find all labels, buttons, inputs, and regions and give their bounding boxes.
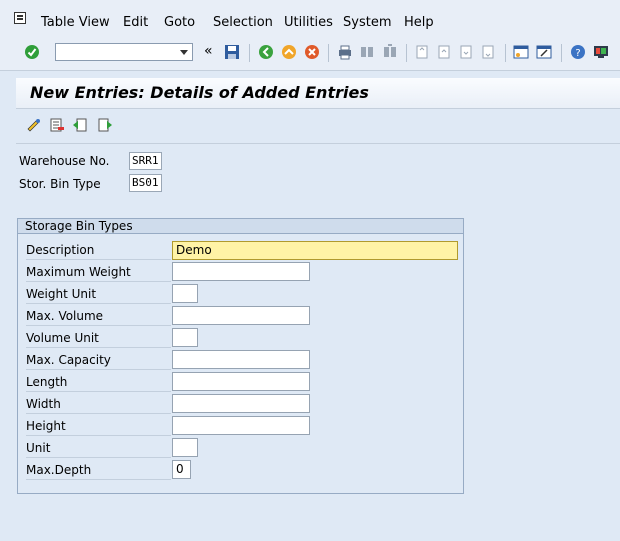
shortcut-icon[interactable] xyxy=(536,44,552,60)
max-volume-label: Max. Volume xyxy=(26,307,171,326)
menu-table-view[interactable]: Table View xyxy=(41,15,110,30)
menu-selection[interactable]: Selection xyxy=(213,15,273,30)
back-icon[interactable] xyxy=(258,44,274,60)
standard-toolbar: « ? xyxy=(0,38,620,71)
max-depth-label: Max.Depth xyxy=(26,461,171,480)
create-session-icon[interactable] xyxy=(513,44,529,60)
length-field[interactable] xyxy=(172,372,310,391)
customize-layout-icon[interactable] xyxy=(593,44,609,60)
length-label: Length xyxy=(26,373,171,392)
menu-icon[interactable] xyxy=(14,12,26,24)
volume-unit-label: Volume Unit xyxy=(26,329,171,348)
menu-system[interactable]: System xyxy=(343,15,391,30)
bin-type-label: Stor. Bin Type xyxy=(19,177,101,191)
change-display-icon[interactable] xyxy=(26,117,42,133)
application-toolbar xyxy=(16,109,620,144)
menu-help[interactable]: Help xyxy=(404,15,434,30)
previous-entry-icon[interactable] xyxy=(72,117,88,133)
height-field[interactable] xyxy=(172,416,310,435)
print-icon[interactable] xyxy=(337,44,353,60)
storage-bin-types-group: Storage Bin Types Description Demo Maxim… xyxy=(17,218,464,494)
bin-type-field[interactable]: BS01 xyxy=(129,174,162,192)
help-icon[interactable]: ? xyxy=(570,44,586,60)
find-icon[interactable] xyxy=(359,44,375,60)
unit-label: Unit xyxy=(26,439,171,458)
toolbar-separator xyxy=(406,44,407,62)
svg-text:?: ? xyxy=(575,48,580,59)
menu-bar: Table View Edit Goto Selection Utilities… xyxy=(0,0,620,38)
page-title: New Entries: Details of Added Entries xyxy=(30,83,369,102)
description-label: Description xyxy=(26,241,171,260)
weight-unit-label: Weight Unit xyxy=(26,285,171,304)
max-capacity-field[interactable] xyxy=(172,350,310,369)
menu-utilities[interactable]: Utilities xyxy=(284,15,333,30)
unit-field[interactable] xyxy=(172,438,198,457)
cancel-icon[interactable] xyxy=(304,44,320,60)
warehouse-field[interactable]: SRR1 xyxy=(129,152,162,170)
first-page-icon[interactable] xyxy=(414,44,430,60)
volume-unit-field[interactable] xyxy=(172,328,198,347)
delete-icon[interactable] xyxy=(49,117,65,133)
toolbar-separator xyxy=(561,44,562,62)
chevron-down-icon[interactable] xyxy=(180,50,188,55)
group-title: Storage Bin Types xyxy=(18,219,463,234)
max-weight-label: Maximum Weight xyxy=(26,263,171,282)
width-field[interactable] xyxy=(172,394,310,413)
back-arrows-icon[interactable]: « xyxy=(204,43,213,59)
max-weight-field[interactable] xyxy=(172,262,310,281)
next-entry-icon[interactable] xyxy=(97,117,113,133)
next-page-icon[interactable] xyxy=(458,44,474,60)
max-capacity-label: Max. Capacity xyxy=(26,351,171,370)
previous-page-icon[interactable] xyxy=(436,44,452,60)
menu-edit[interactable]: Edit xyxy=(123,15,148,30)
title-bar: New Entries: Details of Added Entries xyxy=(16,78,620,109)
menu-goto[interactable]: Goto xyxy=(164,15,195,30)
toolbar-separator xyxy=(328,44,329,62)
command-field[interactable] xyxy=(55,43,193,61)
last-page-icon[interactable] xyxy=(480,44,496,60)
exit-icon[interactable] xyxy=(281,44,297,60)
weight-unit-field[interactable] xyxy=(172,284,198,303)
find-next-icon[interactable] xyxy=(382,44,398,60)
enter-icon[interactable] xyxy=(24,44,40,60)
toolbar-separator xyxy=(249,44,250,62)
width-label: Width xyxy=(26,395,171,414)
toolbar-separator xyxy=(505,44,506,62)
max-depth-field[interactable]: 0 xyxy=(172,460,191,479)
warehouse-label: Warehouse No. xyxy=(19,154,110,168)
height-label: Height xyxy=(26,417,171,436)
max-volume-field[interactable] xyxy=(172,306,310,325)
description-field[interactable]: Demo xyxy=(172,241,458,260)
save-icon[interactable] xyxy=(224,44,240,60)
